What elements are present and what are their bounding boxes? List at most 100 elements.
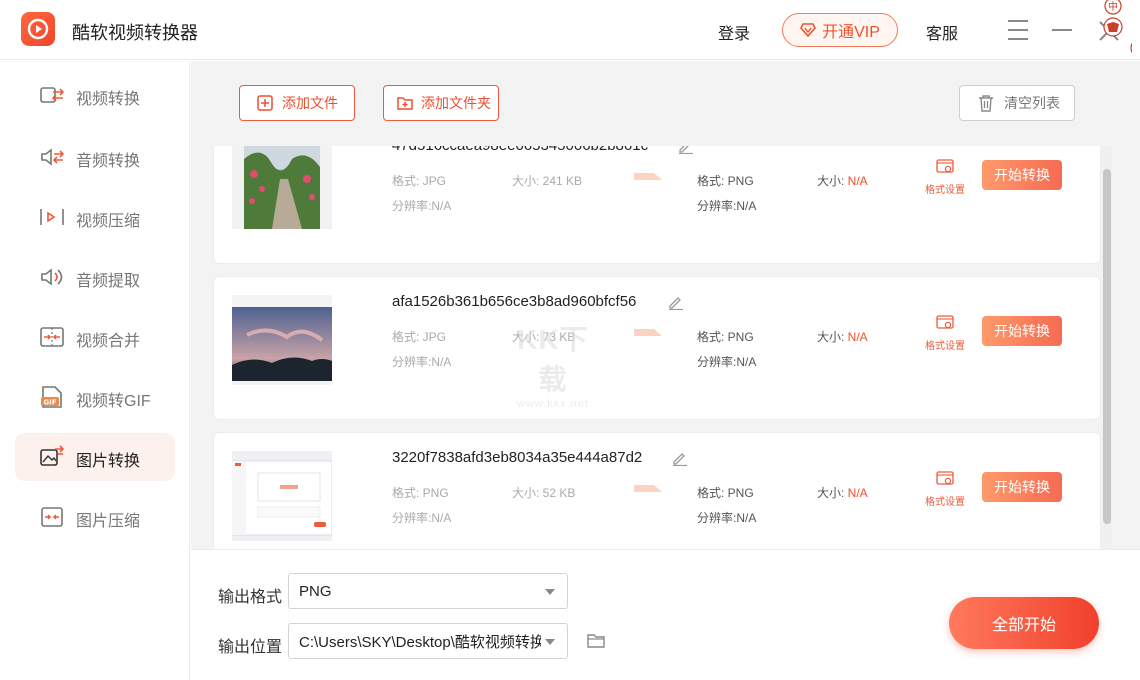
start-all-button[interactable]: 全部开始 (949, 597, 1099, 649)
source-resolution: 分辨率:N/A (392, 511, 452, 525)
output-location-label: 输出位置 (218, 639, 283, 656)
target-format: 格式: PNG (697, 174, 754, 188)
add-folder-icon (397, 97, 413, 110)
login-link[interactable]: 登录 (718, 20, 750, 44)
app-logo-icon (21, 12, 55, 46)
output-format-select[interactable]: PNG (288, 573, 568, 609)
sidebar-item-label: 视频转换 (76, 91, 141, 108)
floating-widget-icon[interactable]: 中 (1102, 0, 1140, 58)
sidebar-item-video-convert[interactable]: 视频转换 (15, 71, 175, 119)
output-location-select[interactable]: C:\Users\SKY\Desktop\酷软视频转换器 (288, 623, 568, 659)
sidebar-item-label: 视频转GIF (76, 393, 151, 410)
file-name: 3220f7838afd3eb8034a35e444a87d2 (392, 449, 643, 466)
folder-icon[interactable] (587, 633, 605, 649)
clear-list-label: 清空列表 (1004, 95, 1060, 111)
file-thumbnail (232, 146, 332, 229)
format-settings-icon (936, 471, 954, 485)
video-compress-icon (40, 209, 64, 225)
convert-arrow-icon (634, 173, 662, 180)
target-format: 格式: PNG (697, 330, 754, 344)
source-size: 大小: 52 KB (512, 486, 576, 500)
sidebar-item-image-compress[interactable]: 图片压缩 (15, 493, 175, 541)
video-merge-icon (40, 327, 64, 347)
format-settings-icon (936, 159, 954, 173)
file-name: 47d516ccaea98ee065345006b2b861c (392, 146, 648, 154)
source-resolution: 分辨率:N/A (392, 355, 452, 369)
file-item: 47d516ccaea98ee065345006b2b861c 格式: JPG … (213, 146, 1101, 264)
source-size: 大小: 73 KB (512, 330, 576, 344)
service-link[interactable]: 客服 (926, 20, 958, 44)
target-size: 大小: N/A (817, 330, 868, 344)
target-resolution: 分辨率:N/A (697, 355, 757, 369)
target-resolution: 分辨率:N/A (697, 199, 757, 213)
format-settings-icon (936, 315, 954, 329)
format-settings-label: 格式设置 (925, 341, 965, 352)
sidebar-item-video-compress[interactable]: 视频压缩 (15, 193, 175, 241)
gif-icon: GIF (41, 386, 62, 408)
sidebar-item-label: 图片转换 (76, 453, 141, 470)
edit-icon[interactable] (672, 450, 688, 466)
target-size: 大小: N/A (817, 486, 868, 500)
vip-button[interactable]: 开通VIP (782, 13, 898, 47)
start-convert-button[interactable]: 开始转换 (982, 160, 1062, 190)
add-folder-label: 添加文件夹 (421, 95, 491, 111)
format-settings-label: 格式设置 (925, 497, 965, 508)
file-item: 3220f7838afd3eb8034a35e444a87d2 格式: PNG … (213, 432, 1101, 549)
image-convert-icon (40, 445, 65, 466)
file-name: afa1526b361b656ce3b8ad960bfcf56 (392, 293, 637, 310)
title-bar: 酷软视频转换器 登录 开通VIP 客服 中 (0, 0, 1140, 60)
clear-list-button[interactable]: 清空列表 (959, 85, 1075, 121)
target-format: 格式: PNG (697, 486, 754, 500)
sidebar: 视频转换 音频转换 视频压缩 音频提取 视频合并 GIF 视频转GIF 图片转换… (0, 61, 190, 680)
add-folder-button[interactable]: 添加文件夹 (383, 85, 499, 121)
output-format-label: 输出格式 (218, 589, 283, 606)
start-convert-button[interactable]: 开始转换 (982, 316, 1062, 346)
add-file-label: 添加文件 (282, 95, 338, 111)
start-convert-button[interactable]: 开始转换 (982, 472, 1062, 502)
convert-arrow-icon (634, 329, 662, 336)
source-format: 格式: PNG (392, 486, 449, 500)
target-resolution: 分辨率:N/A (697, 511, 757, 525)
main-panel: 添加文件 添加文件夹 清空列表 47d516ccaea98ee065345006… (191, 61, 1140, 680)
format-settings-label: 格式设置 (925, 185, 965, 196)
add-file-button[interactable]: 添加文件 (239, 85, 355, 121)
menu-icon[interactable] (1008, 20, 1030, 40)
vip-label: 开通VIP (822, 24, 880, 41)
chevron-down-icon (545, 639, 555, 645)
file-thumbnail (232, 451, 332, 541)
sidebar-item-label: 音频提取 (76, 273, 141, 290)
sidebar-item-label: 图片压缩 (76, 513, 141, 530)
file-list: 47d516ccaea98ee065345006b2b861c 格式: JPG … (213, 146, 1111, 549)
sidebar-item-label: 音频转换 (76, 153, 141, 170)
edit-icon[interactable] (668, 294, 684, 310)
format-settings-button[interactable]: 格式设置 (922, 315, 968, 352)
sidebar-item-label: 视频压缩 (76, 213, 141, 230)
svg-text:GIF: GIF (43, 399, 56, 407)
audio-convert-icon (41, 148, 65, 166)
scrollbar-thumb[interactable] (1103, 169, 1111, 524)
image-compress-icon (41, 507, 63, 527)
add-file-icon (257, 95, 273, 111)
sidebar-item-image-convert[interactable]: 图片转换 (15, 433, 175, 481)
source-size: 大小: 241 KB (512, 174, 583, 188)
output-location-value: C:\Users\SKY\Desktop\酷软视频转换器 (299, 633, 541, 651)
format-settings-button[interactable]: 格式设置 (922, 471, 968, 508)
trash-icon (979, 95, 993, 112)
file-thumbnail (232, 295, 332, 385)
chevron-down-icon (545, 589, 555, 595)
source-resolution: 分辨率:N/A (392, 199, 452, 213)
edit-icon[interactable] (678, 146, 694, 154)
sidebar-item-video-merge[interactable]: 视频合并 (15, 313, 175, 361)
format-settings-button[interactable]: 格式设置 (922, 159, 968, 196)
convert-arrow-icon (634, 485, 662, 492)
sidebar-item-audio-extract[interactable]: 音频提取 (15, 253, 175, 301)
source-format: 格式: JPG (392, 330, 447, 344)
sidebar-item-audio-convert[interactable]: 音频转换 (15, 133, 175, 181)
svg-text:中: 中 (1108, 0, 1118, 13)
minimize-icon[interactable] (1052, 29, 1072, 31)
source-format: 格式: JPG (392, 174, 447, 188)
target-size: 大小: N/A (817, 174, 868, 188)
output-panel: 输出格式 PNG 输出位置 C:\Users\SKY\Desktop\酷软视频转… (191, 549, 1140, 680)
sidebar-item-video-gif[interactable]: GIF 视频转GIF (15, 373, 175, 421)
sidebar-item-label: 视频合并 (76, 333, 141, 350)
